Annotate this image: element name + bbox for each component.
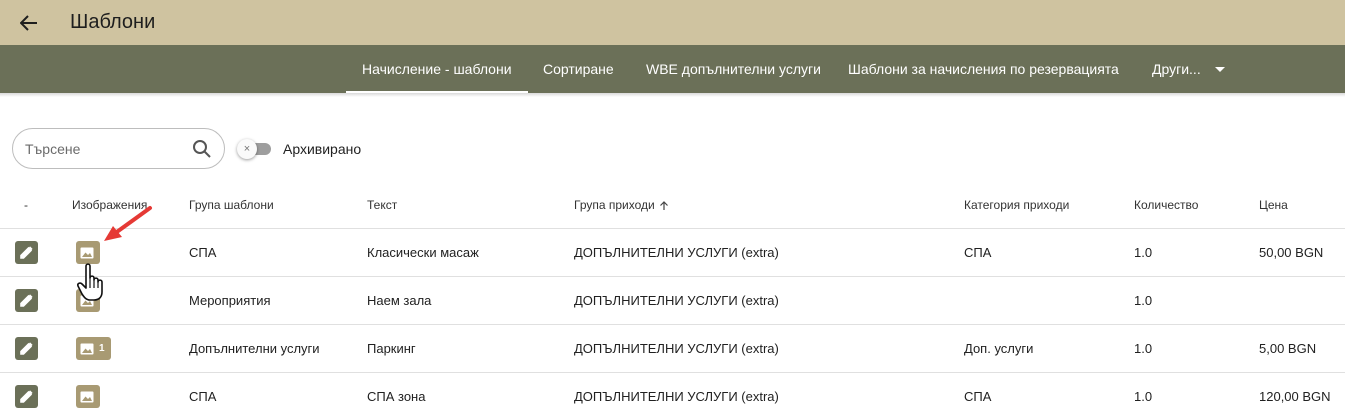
table-row[interactable]: СПА СПА зона ДОПЪЛНИТЕЛНИ УСЛУГИ (extra)…: [0, 373, 1345, 418]
col-actions: -: [24, 198, 28, 212]
filter-bar: × Архивирано: [12, 128, 361, 169]
cell-price: 50,00 BGN: [1259, 245, 1324, 260]
cell-template-group: СПА: [189, 245, 217, 260]
cell-income-category: СПА: [964, 245, 992, 260]
search-icon[interactable]: [192, 139, 212, 159]
pencil-icon: [20, 246, 33, 259]
edit-button[interactable]: [15, 385, 38, 408]
table-row[interactable]: СПА Класически масаж ДОПЪЛНИТЕЛНИ УСЛУГИ…: [0, 229, 1345, 277]
image-icon: [80, 295, 94, 306]
col-quantity[interactable]: Количество: [1134, 198, 1198, 212]
tab-sorting[interactable]: Сортиране: [543, 45, 614, 93]
cell-income-group: ДОПЪЛНИТЕЛНИ УСЛУГИ (extra): [574, 341, 779, 356]
pencil-icon: [20, 294, 33, 307]
tab-reservation-charge-templates[interactable]: Шаблони за начисления по резервацията: [848, 45, 1119, 93]
image-count: 1: [99, 343, 105, 354]
edit-button[interactable]: [15, 241, 38, 264]
cell-quantity: 1.0: [1134, 245, 1153, 260]
tab-more-dropdown[interactable]: Други...: [1152, 45, 1225, 93]
col-income-category[interactable]: Категория приходи: [964, 198, 1069, 212]
image-icon: [80, 343, 94, 354]
col-income-group[interactable]: Група приходи: [574, 198, 669, 212]
col-template-group[interactable]: Група шаблони: [189, 198, 274, 212]
cell-text: Паркинг: [367, 341, 416, 356]
back-arrow-icon[interactable]: [18, 12, 40, 34]
images-button[interactable]: [76, 385, 100, 408]
tab-wbe-extra-services[interactable]: WBE допълнителни услуги: [646, 45, 821, 93]
toggle-off-icon: ×: [237, 138, 257, 159]
images-button[interactable]: [76, 241, 100, 264]
cell-price: 120,00 BGN: [1259, 389, 1331, 404]
top-bar: Шаблони: [0, 0, 1345, 45]
image-icon: [80, 391, 94, 402]
cell-income-group: ДОПЪЛНИТЕЛНИ УСЛУГИ (extra): [574, 293, 779, 308]
cell-income-group: ДОПЪЛНИТЕЛНИ УСЛУГИ (extra): [574, 389, 779, 404]
pencil-icon: [20, 390, 33, 403]
cell-text: СПА зона: [367, 389, 426, 404]
cell-price: 5,00 BGN: [1259, 341, 1317, 356]
tab-charge-templates[interactable]: Начисление - шаблони: [346, 45, 527, 93]
cell-income-category: СПА: [964, 389, 992, 404]
cell-quantity: 1.0: [1134, 389, 1153, 404]
col-price[interactable]: Цена: [1259, 198, 1288, 212]
cell-income-category: Доп. услуги: [964, 341, 1034, 356]
table-row[interactable]: Мероприятия Наем зала ДОПЪЛНИТЕЛНИ УСЛУГ…: [0, 277, 1345, 325]
cell-template-group: Мероприятия: [189, 293, 271, 308]
templates-table: - Изображения Група шаблони Текст Група …: [0, 180, 1345, 418]
archived-toggle[interactable]: ×: [237, 138, 271, 159]
app: Шаблони Начисление - шаблони Сортиране W…: [0, 0, 1345, 418]
col-images: Изображения: [72, 198, 148, 212]
cell-income-group: ДОПЪЛНИТЕЛНИ УСЛУГИ (extra): [574, 245, 779, 260]
tab-bar: Начисление - шаблони Сортиране WBE допъл…: [0, 45, 1345, 93]
search-input[interactable]: [25, 140, 185, 157]
table-row[interactable]: 1 Допълнителни услуги Паркинг ДОПЪЛНИТЕЛ…: [0, 325, 1345, 373]
archived-label: Архивирано: [283, 140, 362, 157]
cell-template-group: Допълнителни услуги: [189, 341, 320, 356]
tab-bar-shadow: [0, 93, 1345, 97]
image-icon: [80, 247, 94, 258]
images-button[interactable]: [76, 289, 100, 312]
tab-more-label: Други...: [1152, 61, 1201, 77]
images-button[interactable]: 1: [76, 337, 111, 360]
pencil-icon: [20, 342, 33, 355]
col-income-group-label: Група приходи: [574, 198, 655, 212]
cell-text: Наем зала: [367, 293, 432, 308]
col-text[interactable]: Текст: [367, 198, 397, 212]
search-box: [12, 128, 225, 169]
page-title: Шаблони: [70, 11, 156, 33]
sort-ascending-icon: [659, 200, 668, 210]
chevron-down-icon: [1214, 66, 1225, 72]
cell-quantity: 1.0: [1134, 341, 1153, 356]
edit-button[interactable]: [15, 289, 38, 312]
table-header: - Изображения Група шаблони Текст Група …: [0, 180, 1345, 229]
edit-button[interactable]: [15, 337, 38, 360]
cell-template-group: СПА: [189, 389, 217, 404]
cell-quantity: 1.0: [1134, 293, 1153, 308]
cell-text: Класически масаж: [367, 245, 479, 260]
